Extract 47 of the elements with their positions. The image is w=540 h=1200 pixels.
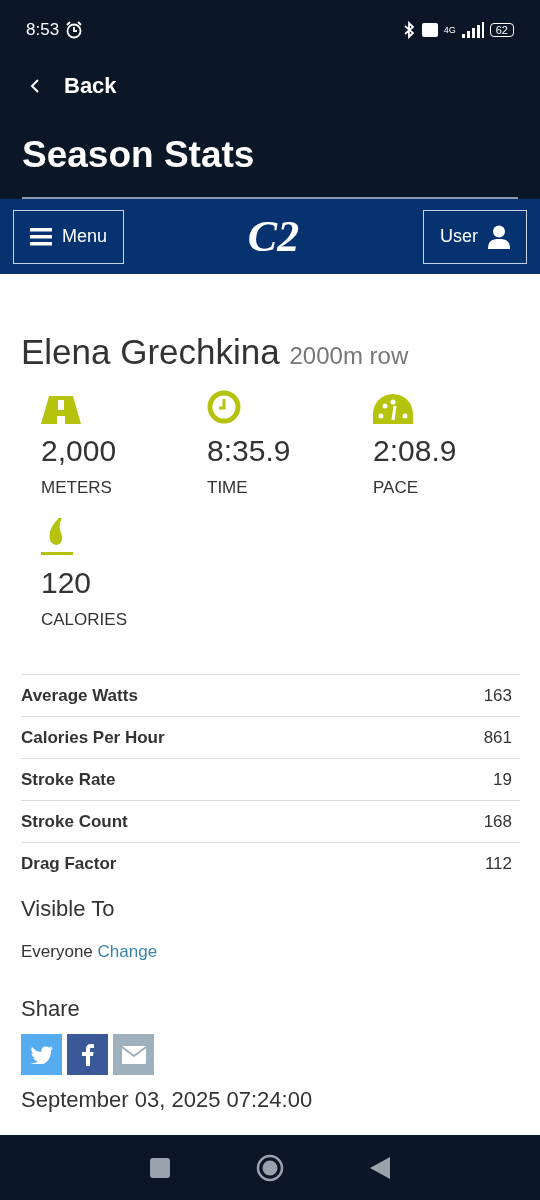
clock-icon: [207, 390, 241, 424]
home-icon[interactable]: [256, 1153, 284, 1182]
stat-value: 8:35.9: [207, 434, 291, 468]
detail-label: Calories Per Hour: [21, 727, 165, 748]
bird-icon: [30, 1045, 53, 1064]
detail-value: 112: [484, 853, 512, 874]
workout-date: September 03, 2025 07:24:00: [21, 1087, 314, 1113]
detail-value: 861: [483, 727, 512, 748]
detail-label: Drag Factor: [21, 853, 117, 874]
stat-label: TIME: [207, 478, 248, 498]
detail-value: 19: [493, 769, 512, 790]
stat-value: 120: [41, 566, 92, 600]
detail-label: Stroke Rate: [21, 769, 116, 790]
stat-label: CALORIES: [41, 610, 127, 630]
stat-value: 2,000: [41, 434, 117, 468]
visibility-heading: Visible To: [21, 896, 116, 922]
menu-button[interactable]: Menu: [13, 209, 125, 264]
back-triangle-icon[interactable]: [370, 1156, 390, 1179]
detail-value: 168: [483, 811, 512, 832]
recents-icon[interactable]: [150, 1157, 170, 1178]
stat-label: PACE: [373, 478, 419, 498]
flame-icon: [41, 518, 73, 556]
stat-value: 2:08.9: [373, 434, 457, 468]
facebook-icon: [81, 1043, 94, 1066]
gauge-icon: [373, 394, 413, 424]
envelope-icon: [121, 1045, 146, 1064]
detail-label: Stroke Count: [21, 811, 128, 832]
logo[interactable]: C2: [247, 211, 300, 262]
visibility-text: Everyone Change: [21, 942, 159, 962]
detail-value: 163: [483, 685, 512, 706]
change-link[interactable]: Change: [97, 942, 158, 961]
network-type: 4G: [443, 25, 456, 35]
back-chevron-icon[interactable]: [30, 78, 40, 94]
battery-icon: 62: [489, 23, 514, 37]
menu-icon: [30, 227, 52, 246]
signal-icon: [461, 22, 484, 38]
workout-title: Elena Grechkina 2000m row: [21, 332, 410, 372]
user-button[interactable]: User: [423, 209, 527, 264]
road-icon: [41, 396, 81, 424]
back-button[interactable]: Back: [64, 73, 117, 99]
user-icon: [488, 224, 510, 249]
stat-label: METERS: [41, 478, 112, 498]
facebook-button[interactable]: [67, 1034, 108, 1075]
status-time: 8:53: [26, 20, 60, 40]
share-heading: Share: [21, 996, 81, 1022]
alarm-icon: [65, 21, 84, 39]
detail-label: Average Watts: [21, 685, 138, 706]
